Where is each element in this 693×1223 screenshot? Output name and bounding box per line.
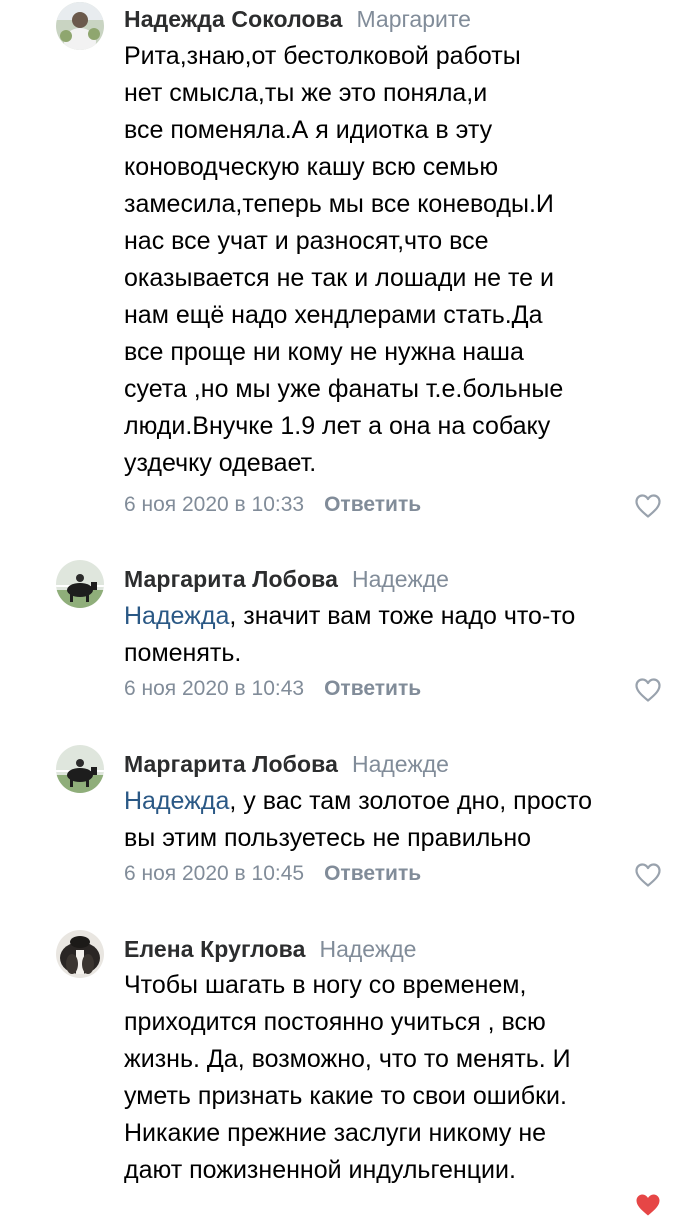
avatar[interactable] xyxy=(56,745,104,793)
reply-to-name[interactable]: Надежде xyxy=(352,751,449,777)
avatar[interactable] xyxy=(56,930,104,978)
reply-button[interactable]: Ответить xyxy=(324,677,421,700)
reply-to-name[interactable]: Надежде xyxy=(352,566,449,592)
author-name[interactable]: Маргарита Лобова xyxy=(124,566,338,592)
author-name[interactable]: Елена Круглова xyxy=(124,936,305,962)
author-name[interactable]: Маргарита Лобова xyxy=(124,751,338,777)
reply-to-name[interactable]: Надежде xyxy=(319,936,416,962)
comment-text-content: Рита,знаю,от бестолковой работы нет смыс… xyxy=(124,42,564,477)
comment-text: Надежда, значит вам тоже надо что-то пом… xyxy=(124,598,654,672)
like-button[interactable] xyxy=(634,1192,662,1218)
heart-filled-icon xyxy=(636,1194,660,1216)
comment-item: Маргарита Лобова Надежде Надежда, у вас т… xyxy=(0,725,693,910)
comment-item: Маргарита Лобова Надежде Надежда, значит … xyxy=(0,540,693,725)
like-button[interactable] xyxy=(634,493,662,519)
comment-date: 6 ноя 2020 в 10:33 xyxy=(124,493,305,516)
comment-text: Чтобы шагать в ногу со временем, приходи… xyxy=(124,967,654,1189)
comment-date: 6 ноя 2020 в 10:43 xyxy=(124,677,305,700)
comment-item: Надежда Соколова Маргарите Рита,знаю,от б… xyxy=(0,0,693,540)
comment-date: 6 ноя 2020 в 10:45 xyxy=(124,862,305,885)
comment-text-content: Чтобы шагать в ногу со временем, приходи… xyxy=(124,971,571,1184)
avatar[interactable] xyxy=(56,2,104,50)
reply-to-name[interactable]: Маргарите xyxy=(357,6,471,32)
author-name[interactable]: Надежда Соколова xyxy=(124,6,343,32)
like-button[interactable] xyxy=(634,677,662,703)
like-button[interactable] xyxy=(634,862,662,888)
reply-button[interactable]: Ответить xyxy=(324,862,421,885)
heart-outline-icon xyxy=(635,494,661,518)
avatar[interactable] xyxy=(56,560,104,608)
heart-outline-icon xyxy=(635,678,661,702)
comment-text: Рита,знаю,от бестолковой работы нет смыс… xyxy=(124,38,654,482)
reply-button[interactable]: Ответить xyxy=(324,493,421,516)
comment-text: Надежда, у вас там золотое дно, просто в… xyxy=(124,783,654,857)
comment-item: Елена Круглова Надежде Чтобы шагать в ног… xyxy=(0,910,693,1216)
mention-link[interactable]: Надежда xyxy=(124,602,229,630)
heart-outline-icon xyxy=(635,863,661,887)
mention-link[interactable]: Надежда xyxy=(124,787,229,815)
